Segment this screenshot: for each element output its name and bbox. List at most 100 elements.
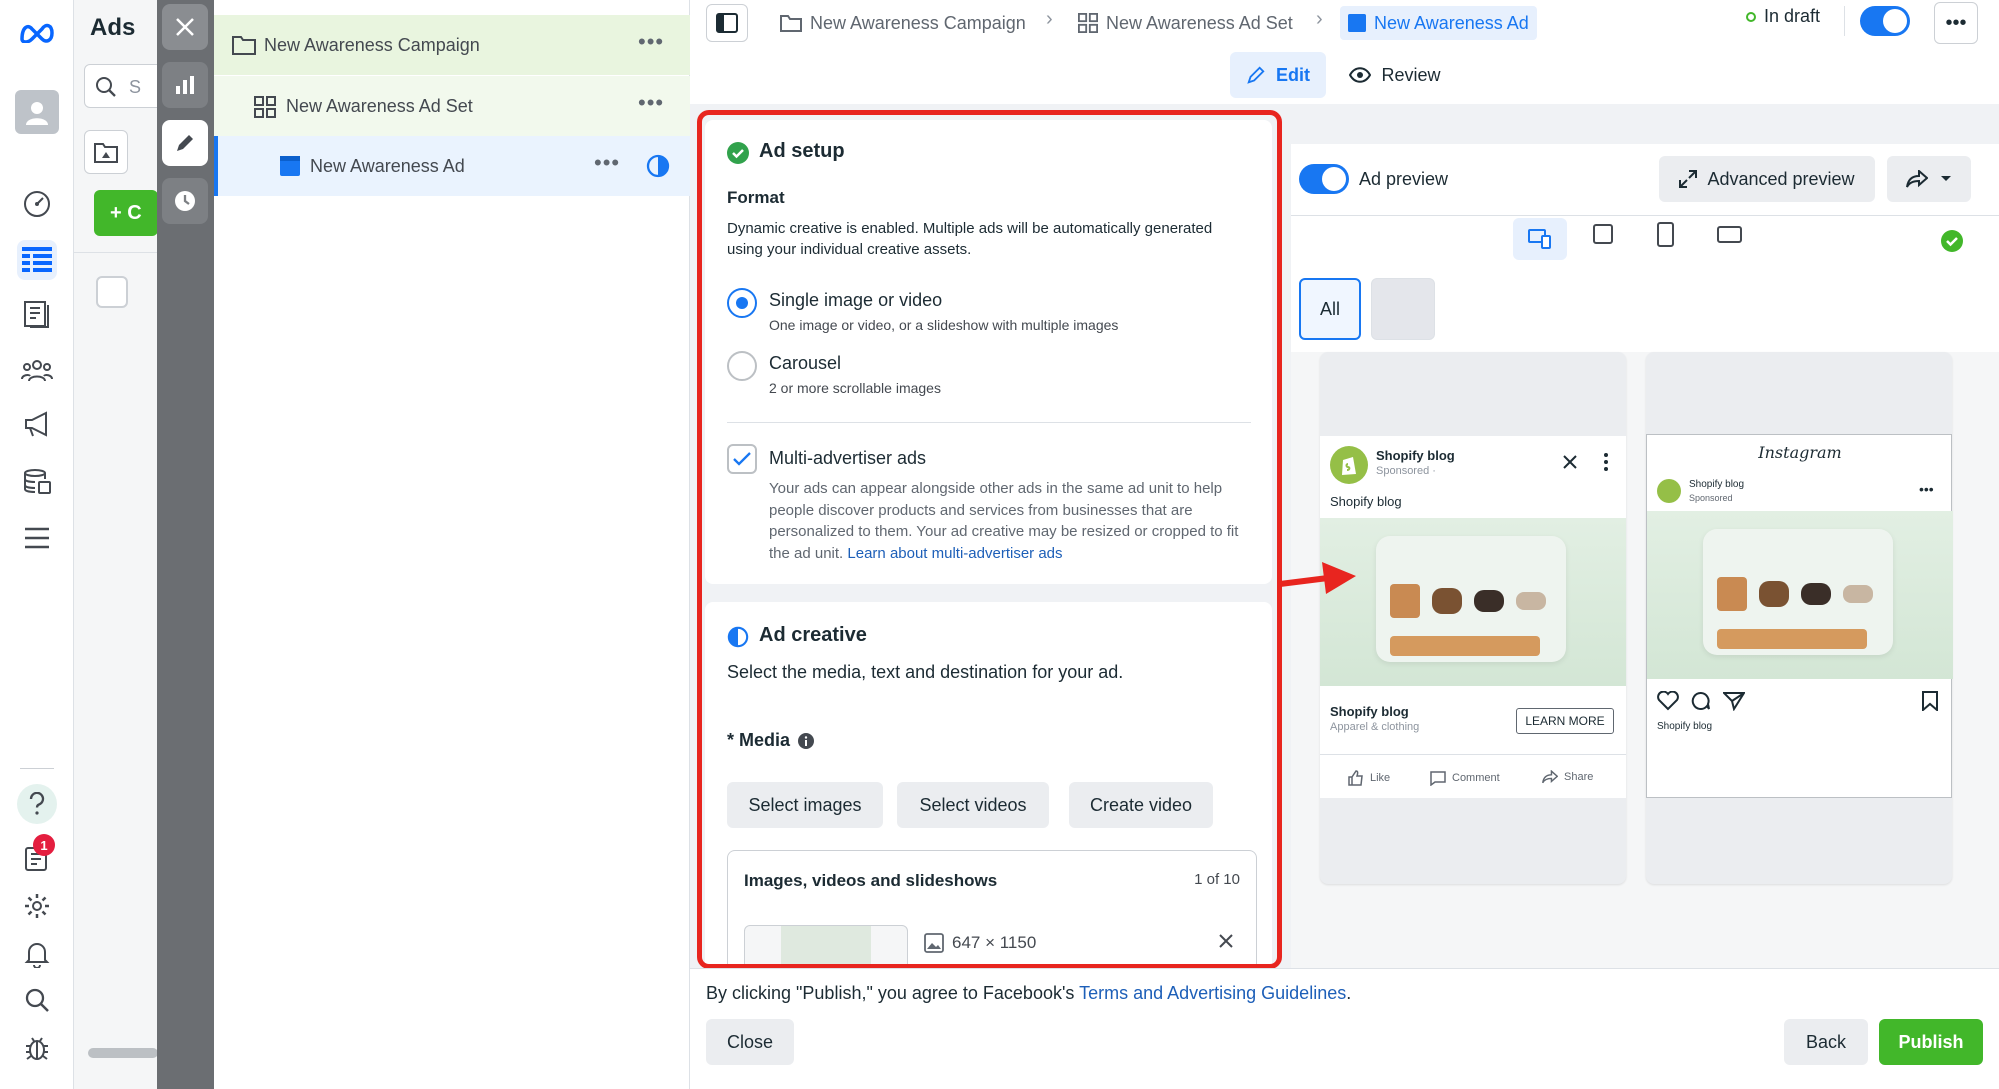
avatar[interactable] xyxy=(15,90,59,134)
comment-icon xyxy=(1430,771,1446,786)
folder-image-button[interactable] xyxy=(84,130,128,174)
fb-cta-button: LEARN MORE xyxy=(1516,708,1614,734)
bug-report-icon[interactable] xyxy=(17,1028,57,1068)
filter-all-button[interactable]: All xyxy=(1299,278,1361,340)
fb-subtitle: Apparel & clothing xyxy=(1330,721,1420,733)
bookmark-icon xyxy=(1922,691,1938,711)
bar-chart-icon xyxy=(176,76,194,94)
bell-icon[interactable] xyxy=(17,934,57,974)
shopify-logo-icon xyxy=(1657,479,1681,503)
left-nav-rail: 1 xyxy=(0,0,74,1089)
top-bar: New Awareness Campaign › New Awareness A… xyxy=(690,0,1999,104)
rail-divider xyxy=(20,768,54,769)
ig-ad-image xyxy=(1647,511,1953,679)
audiences-icon[interactable] xyxy=(17,350,57,390)
more-vertical-icon xyxy=(1604,453,1608,471)
chevron-right-icon: › xyxy=(1046,8,1053,30)
fb-headline: Shopify blog xyxy=(1330,704,1409,719)
breadcrumb-ad[interactable]: New Awareness Ad xyxy=(1340,6,1537,40)
half-circle-status-icon xyxy=(646,154,670,178)
toggle-sidebar-button[interactable] xyxy=(706,4,748,42)
chevron-right-icon: › xyxy=(1316,8,1323,30)
campaign-tree: New Awareness Campaign ••• New Awareness… xyxy=(214,0,690,1089)
notifications-news-icon[interactable]: 1 xyxy=(17,834,57,878)
expand-icon xyxy=(1679,170,1698,188)
folder-icon xyxy=(780,15,802,32)
tree-item-ad[interactable]: New Awareness Ad ••• xyxy=(214,136,690,196)
instagram-logo: Instagram xyxy=(1758,443,1842,462)
ads-list-column: Ads S + C xyxy=(74,0,164,1089)
highlight-box xyxy=(697,110,1282,969)
search-input[interactable]: S xyxy=(84,64,164,108)
ad-preview-label: Ad preview xyxy=(1359,169,1449,189)
status-dot-icon xyxy=(1746,11,1756,22)
fb-like: Like xyxy=(1348,770,1390,786)
tab-review[interactable]: Review xyxy=(1340,52,1450,98)
edit-button[interactable] xyxy=(162,120,208,166)
instagram-ad-preview: Instagram Shopify blog Sponsored ••• Sho… xyxy=(1646,434,1953,798)
grid-icon xyxy=(1078,13,1098,33)
campaign-more-icon[interactable]: ••• xyxy=(638,29,664,55)
placement-horizontal-button[interactable] xyxy=(1717,226,1743,244)
tab-review-label: Review xyxy=(1381,64,1441,85)
pages-icon[interactable] xyxy=(17,294,57,334)
more-icon: ••• xyxy=(1919,481,1934,497)
select-all-checkbox[interactable] xyxy=(96,276,128,308)
red-arrow-annotation xyxy=(1279,562,1356,594)
landscape-icon xyxy=(1717,226,1742,243)
breadcrumb-campaign-label: New Awareness Campaign xyxy=(810,12,1026,33)
tree-item-campaign[interactable]: New Awareness Campaign ••• xyxy=(214,15,690,75)
publish-notice: By clicking "Publish," you agree to Face… xyxy=(706,983,1352,1003)
more-options-button[interactable]: ••• xyxy=(1934,2,1978,44)
ad-more-icon[interactable]: ••• xyxy=(594,150,620,176)
placement-vertical-button[interactable] xyxy=(1657,222,1675,248)
close-panel-button[interactable] xyxy=(162,4,208,50)
back-button[interactable]: Back xyxy=(1784,1019,1868,1065)
close-button[interactable]: Close xyxy=(706,1019,794,1065)
tab-edit[interactable]: Edit xyxy=(1230,52,1326,98)
adset-more-icon[interactable]: ••• xyxy=(638,90,664,116)
placement-all-devices-button[interactable] xyxy=(1513,218,1567,260)
square-icon xyxy=(1593,224,1613,244)
search-icon[interactable] xyxy=(17,980,57,1020)
billing-stack-icon[interactable] xyxy=(17,462,57,502)
dashboard-gauge-icon[interactable] xyxy=(17,184,57,224)
eye-icon xyxy=(1349,67,1372,83)
check-circle-icon xyxy=(1941,230,1963,252)
publish-button[interactable]: Publish xyxy=(1879,1019,1983,1065)
send-icon xyxy=(1723,692,1745,711)
share-icon xyxy=(1542,770,1558,784)
ad-on-off-toggle[interactable] xyxy=(1860,6,1910,36)
ads-manager-table-icon[interactable] xyxy=(17,240,57,280)
ads-title: Ads xyxy=(90,14,136,41)
placement-square-button[interactable] xyxy=(1593,224,1615,246)
all-tools-menu-icon[interactable] xyxy=(17,518,57,558)
history-button[interactable] xyxy=(162,178,208,224)
terms-link[interactable]: Terms and Advertising Guidelines xyxy=(1079,983,1346,1003)
ad-preview-toggle[interactable] xyxy=(1299,164,1349,194)
meta-logo-icon[interactable] xyxy=(17,12,57,52)
advanced-preview-button[interactable]: Advanced preview xyxy=(1659,156,1875,202)
settings-gear-icon[interactable] xyxy=(17,886,57,926)
clock-icon xyxy=(175,191,195,211)
breadcrumb-adset[interactable]: New Awareness Ad Set xyxy=(1078,6,1293,40)
chevron-down-icon xyxy=(1941,176,1951,181)
tree-item-adset[interactable]: New Awareness Ad Set ••• xyxy=(214,76,690,136)
share-preview-button[interactable] xyxy=(1887,156,1971,202)
filter-thumbnail-button[interactable] xyxy=(1371,278,1435,340)
tree-adset-label: New Awareness Ad Set xyxy=(286,96,473,116)
ad-icon xyxy=(280,156,300,176)
fb-share: Share xyxy=(1542,770,1593,784)
help-icon[interactable] xyxy=(17,784,57,824)
notification-badge: 1 xyxy=(33,834,55,856)
fb-ad-image xyxy=(1320,518,1626,686)
devices-icon xyxy=(1528,229,1551,249)
megaphone-icon[interactable] xyxy=(17,404,57,444)
breadcrumb-campaign[interactable]: New Awareness Campaign xyxy=(780,6,1026,40)
tab-edit-label: Edit xyxy=(1276,64,1310,85)
sidebar-icon xyxy=(716,13,738,33)
charts-button[interactable] xyxy=(162,62,208,108)
horizontal-scrollbar[interactable] xyxy=(88,1048,158,1058)
thumbs-up-icon xyxy=(1348,770,1363,786)
create-button[interactable]: + C xyxy=(94,190,158,236)
